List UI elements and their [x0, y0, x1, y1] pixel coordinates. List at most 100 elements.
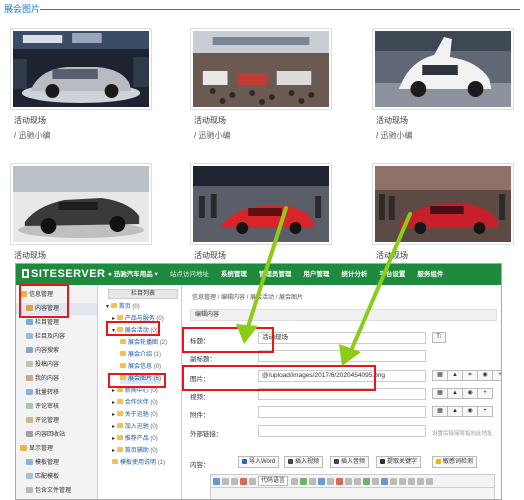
map-icon[interactable] — [372, 477, 380, 485]
quote-icon[interactable] — [291, 477, 299, 485]
gallery-thumbnail[interactable] — [372, 28, 514, 110]
template-icon — [26, 459, 33, 465]
extract-keywords-button[interactable]: 提取关键字 — [376, 456, 422, 468]
title-format-button[interactable]: T⁝ — [432, 332, 446, 343]
import-word-button[interactable]: 导入Word — [238, 456, 280, 468]
list-icon[interactable] — [309, 477, 317, 485]
tree-node-join[interactable]: ▸ 加入迅驰 (0) — [112, 422, 158, 432]
italic-icon[interactable] — [249, 477, 256, 485]
sidebar-comment-management[interactable]: 评论管理 — [26, 415, 59, 427]
clear-icon[interactable] — [399, 477, 407, 485]
title-input[interactable]: 活动现场 — [258, 332, 426, 344]
add-icon[interactable]: + — [477, 388, 493, 399]
sensitive-word-button[interactable]: 敏感词检测 — [432, 456, 478, 468]
html-icon[interactable] — [213, 477, 220, 485]
preview-icon[interactable]: ◉ — [462, 388, 478, 399]
tree-node-intro[interactable]: 展会介绍 (1) — [120, 350, 161, 360]
indent-icon[interactable] — [354, 477, 362, 485]
tree-count: (0) — [153, 364, 162, 370]
audio-icon — [334, 459, 339, 464]
upload-icon[interactable]: ▲ — [447, 406, 463, 417]
nav-admins[interactable]: 管理员管理 — [253, 264, 298, 285]
sidebar-comment-review[interactable]: 评论审核 — [26, 401, 59, 413]
nav-services[interactable]: 服务组件 — [411, 264, 449, 285]
channel-tree: 栏目列表 ▾ 首页 (0) ▸ 产品与服务 (0) ▾ 展会活动 (0) 展会轮… — [102, 285, 182, 499]
tree-node-recommended[interactable]: ▸ 推荐产品 (0) — [112, 434, 158, 444]
add-icon[interactable]: + — [477, 406, 493, 417]
table-icon[interactable] — [300, 477, 308, 485]
tree-node-info[interactable]: 展会信息 (0) — [120, 362, 161, 372]
crop-icon[interactable]: ⌗ — [462, 370, 478, 381]
sidebar-batch-move[interactable]: 批量转移 — [26, 387, 59, 399]
tree-label: 加入迅驰 — [124, 424, 149, 430]
gallery-thumbnail[interactable] — [190, 163, 332, 245]
gallery-thumbnail[interactable] — [372, 163, 514, 245]
insert-video-button[interactable]: 插入视频 — [284, 456, 324, 468]
grid-icon[interactable]: ▦ — [432, 406, 448, 417]
upload-icon[interactable]: ▲ — [447, 370, 463, 381]
source-icon[interactable] — [390, 477, 398, 485]
sidebar-my-content[interactable]: 我的内容 — [26, 373, 59, 385]
sidebar-submissions[interactable]: 投稿内容 — [26, 359, 59, 371]
add-icon[interactable]: + — [492, 370, 501, 381]
link-icon[interactable] — [327, 477, 335, 485]
nav-platform[interactable]: 平台设置 — [373, 264, 411, 285]
tree-node-home[interactable]: ▾ 首页 (0) — [106, 302, 140, 312]
fullscreen-icon[interactable] — [381, 477, 389, 485]
insert-audio-button[interactable]: 插入音频 — [330, 456, 370, 468]
grid-icon[interactable]: ▦ — [432, 388, 448, 399]
folder-icon — [110, 303, 117, 308]
tree-node-template-guide[interactable]: 模板使用说明 (1) — [112, 458, 165, 468]
preview-icon[interactable] — [417, 477, 425, 485]
sidebar-content-search[interactable]: 内容搜索 — [26, 345, 59, 357]
rich-text-toolbar-row-2 — [210, 488, 495, 499]
grid-icon[interactable]: ▦ — [432, 370, 448, 381]
tree-node-home-aux[interactable]: ▸ 首页辅助 (0) — [112, 446, 158, 456]
nav-users[interactable]: 用户管理 — [297, 264, 335, 285]
sidebar-recycle-bin[interactable]: 内容回收站 — [26, 429, 65, 441]
subtitle-input[interactable] — [258, 350, 426, 362]
tool-label: 插入音频 — [341, 459, 366, 465]
print-icon[interactable] — [408, 477, 416, 485]
sidebar-display-management[interactable]: 显示管理 — [20, 443, 53, 455]
sidebar-channel-management[interactable]: 栏目管理 — [26, 317, 59, 329]
tree-node-about[interactable]: ▸ 关于迅驰 (0) — [112, 410, 158, 420]
user-icon — [26, 375, 33, 381]
sidebar-template-management[interactable]: 模板管理 — [26, 457, 59, 469]
site-name: 迅驰汽车用品 — [113, 271, 153, 278]
nav-site-url[interactable]: 站点访问地址 — [164, 264, 215, 285]
gallery-thumbnail[interactable] — [190, 28, 332, 110]
gallery-thumbnail[interactable] — [10, 28, 152, 110]
tree-node-partners[interactable]: ▸ 合作伙伴 (0) — [112, 398, 158, 408]
code-language-select[interactable]: 代码语言 — [258, 476, 289, 486]
site-switcher[interactable]: ● 迅驰汽车用品 ▾ — [102, 264, 164, 285]
sidebar-match-template[interactable]: 匹配模板 — [26, 471, 59, 483]
nav-system[interactable]: 系统管理 — [215, 264, 253, 285]
gallery-divider — [40, 9, 520, 10]
tree-count: (0) — [150, 424, 158, 430]
upload-icon[interactable]: ▲ — [447, 388, 463, 399]
trash-icon — [26, 431, 33, 437]
external-link-input[interactable] — [258, 425, 426, 437]
nav-stats[interactable]: 统计分析 — [335, 264, 373, 285]
preview-icon[interactable]: ◉ — [477, 370, 493, 381]
sidebar-label: 投稿内容 — [35, 362, 60, 368]
attachment-input[interactable] — [258, 406, 426, 418]
tree-node-carousel[interactable]: 展会轮播图 (2) — [120, 338, 167, 348]
thumbnail-caption: 活动现场 — [194, 251, 226, 260]
help-icon[interactable] — [426, 477, 434, 485]
gallery-thumbnail[interactable] — [10, 163, 152, 245]
align-icon[interactable] — [345, 477, 353, 485]
tree-count: (1) — [157, 460, 166, 466]
sidebar-label: 匹配模板 — [35, 474, 60, 480]
bold-icon[interactable] — [240, 477, 247, 485]
image-icon[interactable] — [318, 477, 326, 485]
preview-icon[interactable]: ◉ — [462, 406, 478, 417]
redo-icon[interactable] — [231, 477, 238, 485]
tree-label: 首页 — [118, 304, 131, 310]
color-icon[interactable] — [336, 477, 344, 485]
undo-icon[interactable] — [222, 477, 229, 485]
sidebar-include-files[interactable]: 包含文件管理 — [26, 485, 71, 497]
sidebar-channel-content[interactable]: 栏目及内容 — [26, 331, 65, 343]
emoji-icon[interactable] — [363, 477, 371, 485]
